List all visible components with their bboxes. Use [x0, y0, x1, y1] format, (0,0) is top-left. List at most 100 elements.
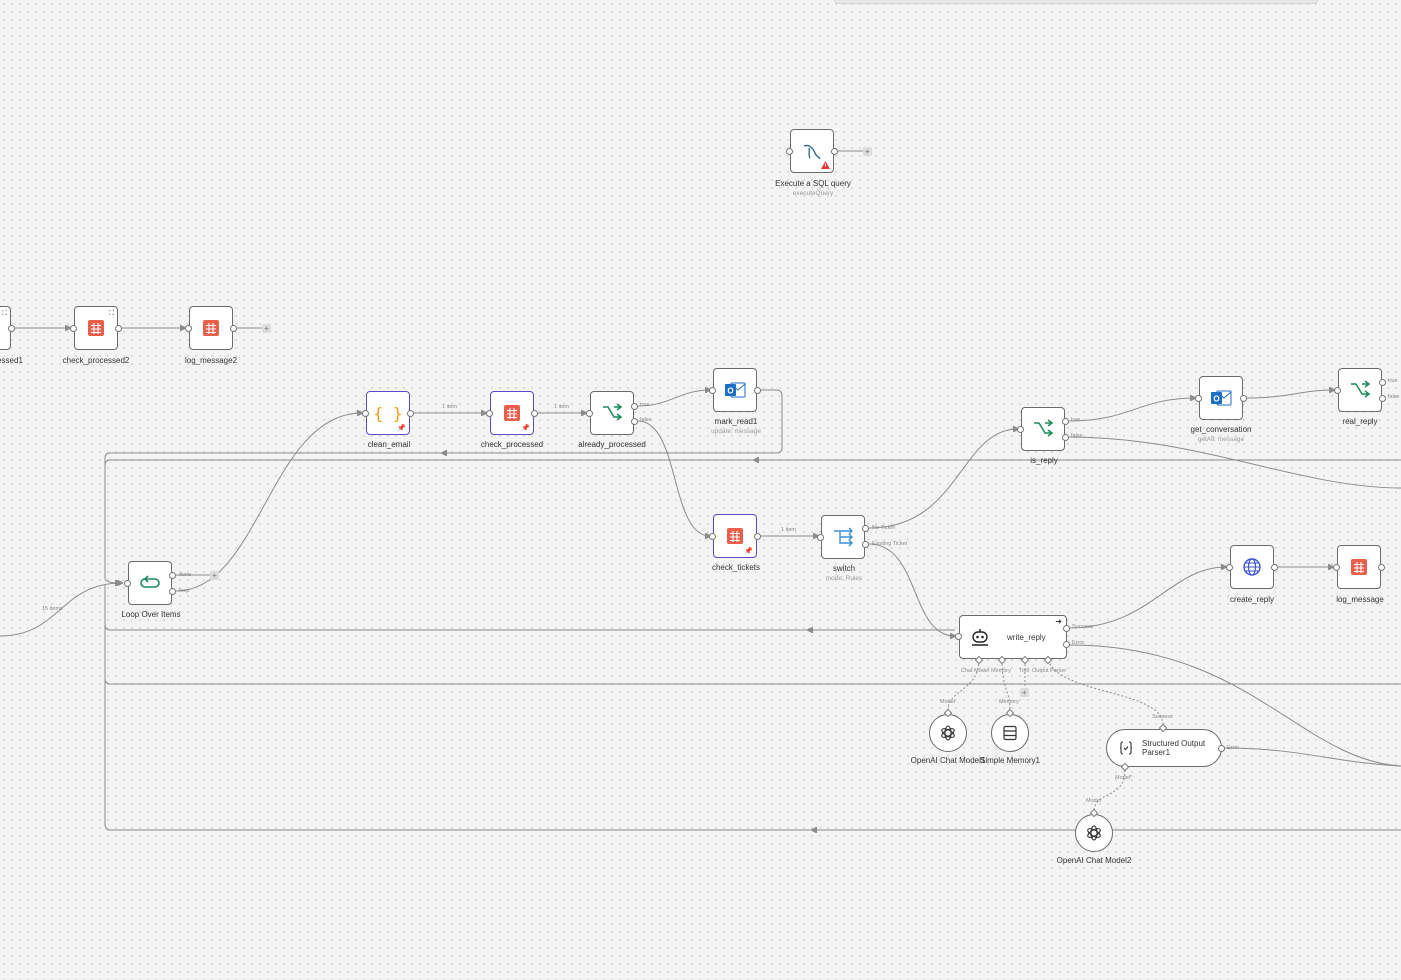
node-label: check_tickets [711, 563, 761, 572]
if-branch-icon [1351, 380, 1371, 398]
node-simple-memory1[interactable] [991, 714, 1029, 752]
pin-icon: 📌 [397, 425, 406, 432]
loop-loop-handle[interactable] [169, 588, 176, 595]
tool-add-button[interactable]: + [1020, 688, 1029, 697]
node-get-conversation[interactable]: O [1199, 376, 1243, 420]
edge-switch-isreply [868, 429, 1018, 529]
openai-icon [941, 725, 955, 741]
port-label: Success [1152, 714, 1173, 720]
node-label: get_conversation [1190, 425, 1252, 434]
switch-out2-handle[interactable] [862, 541, 869, 548]
node-already-processed[interactable] [590, 391, 634, 435]
checktickets-output-handle[interactable] [754, 533, 761, 540]
google-sheets-icon [203, 320, 219, 336]
node-check-processed[interactable]: 📌 [490, 391, 534, 435]
node-label-line1: Structured Output [1142, 739, 1206, 748]
output-error-label: Error [1072, 640, 1085, 646]
loop-input-handle[interactable] [124, 580, 131, 587]
sql-input-handle[interactable] [786, 148, 793, 155]
checkp-output-handle[interactable] [531, 410, 538, 417]
node-structured-output-parser1[interactable]: Structured Output Parser1 [1106, 729, 1222, 767]
node-label: Structured Output Parser1 [1142, 739, 1205, 757]
edge-parser-error [1222, 747, 1401, 767]
node-write-reply[interactable]: write_reply ➜ [959, 615, 1067, 659]
node-label-line2: Parser1 [1142, 748, 1171, 757]
edge-isreply-false [1068, 436, 1401, 489]
output-true-label: true [640, 402, 650, 408]
node-execute-sql[interactable] [790, 129, 834, 173]
node-loop-over-items[interactable] [128, 561, 172, 605]
if-branch-icon [1034, 419, 1054, 437]
node-is-reply[interactable] [1021, 407, 1065, 451]
loop-done-handle[interactable] [169, 572, 176, 579]
realreply-true-handle[interactable] [1379, 379, 1386, 386]
sql-add-button[interactable]: + [863, 147, 872, 156]
loop-add-button[interactable]: + [210, 571, 219, 580]
clean-output-handle[interactable] [407, 410, 414, 417]
port-label: Tool [1019, 668, 1030, 674]
node-label: check_processed [480, 440, 544, 449]
createreply-input-handle[interactable] [1226, 564, 1233, 571]
node-label: switch [832, 564, 856, 573]
edge-backloop-low [104, 585, 1401, 685]
createreply-output-handle[interactable] [1271, 564, 1278, 571]
execute-arrow-icon[interactable]: ➜ [1055, 617, 1062, 626]
getconv-output-handle[interactable] [1240, 395, 1247, 402]
node-check-tickets[interactable]: 📌 [713, 514, 757, 558]
logmessage-input-handle[interactable] [1333, 564, 1340, 571]
isreply-true-handle[interactable] [1062, 418, 1069, 425]
svg-text:O: O [1213, 395, 1219, 404]
writereply-success-handle[interactable] [1063, 625, 1070, 632]
node-log-message2[interactable] [189, 306, 233, 350]
isreply-false-handle[interactable] [1062, 434, 1069, 441]
node-openai-chat-model2[interactable] [1075, 814, 1113, 852]
edge-already-checktickets [637, 420, 710, 536]
parser-error-handle[interactable] [1218, 745, 1225, 752]
processed1-output-handle[interactable] [8, 325, 15, 332]
node-log-message[interactable] [1337, 545, 1381, 589]
log2-input-handle[interactable] [185, 325, 192, 332]
node-subtitle: update: message [711, 428, 761, 435]
node-label: real_reply [1342, 417, 1378, 426]
markread-input-handle[interactable] [709, 387, 716, 394]
check2-output-handle[interactable] [115, 325, 122, 332]
node-real-reply[interactable] [1338, 368, 1382, 412]
realreply-false-handle[interactable] [1379, 395, 1386, 402]
already-true-handle[interactable] [631, 403, 638, 410]
edge-markread-back [104, 389, 783, 583]
realreply-input-handle[interactable] [1334, 387, 1341, 394]
sql-output-handle[interactable] [831, 148, 838, 155]
node-create-reply[interactable] [1230, 545, 1274, 589]
clean-input-handle[interactable] [362, 410, 369, 417]
output-success-label: Success [1072, 624, 1093, 630]
writereply-error-handle[interactable] [1063, 641, 1070, 648]
node-mark-read1[interactable]: O [713, 368, 757, 412]
outlook-icon: O [725, 382, 746, 398]
checktickets-input-handle[interactable] [709, 533, 716, 540]
logmessage-output-handle[interactable] [1378, 564, 1385, 571]
google-sheets-icon [1351, 559, 1367, 575]
node-clean-email[interactable]: { } 📌 [366, 391, 410, 435]
log2-output-handle[interactable] [230, 325, 237, 332]
already-input-handle[interactable] [586, 410, 593, 417]
isreply-input-handle[interactable] [1017, 426, 1024, 433]
node-label: Execute a SQL query [775, 179, 851, 188]
edge-loop-cleanemail [175, 413, 362, 592]
node-openai-chat-model1[interactable] [929, 714, 967, 752]
switch-out1-handle[interactable] [862, 525, 869, 532]
check2-input-handle[interactable] [70, 325, 77, 332]
markread-output-handle[interactable] [754, 387, 761, 394]
log2-add-button[interactable]: + [262, 324, 271, 333]
port-label: Model [940, 699, 955, 705]
node-label: create_reply [1229, 595, 1275, 604]
getconv-input-handle[interactable] [1195, 395, 1202, 402]
node-switch[interactable] [821, 515, 865, 559]
writereply-input-handle[interactable] [955, 633, 962, 640]
workflow-canvas[interactable]: + Execute a SQL query executeQuery ⛶ ess… [0, 0, 1401, 980]
connections-layer [0, 150, 1401, 980]
already-false-handle[interactable] [631, 418, 638, 425]
mysql-dolphin-icon [803, 144, 821, 160]
switch-input-handle[interactable] [817, 534, 824, 541]
node-check-processed2[interactable]: ⛶ [74, 306, 118, 350]
checkp-input-handle[interactable] [486, 410, 493, 417]
